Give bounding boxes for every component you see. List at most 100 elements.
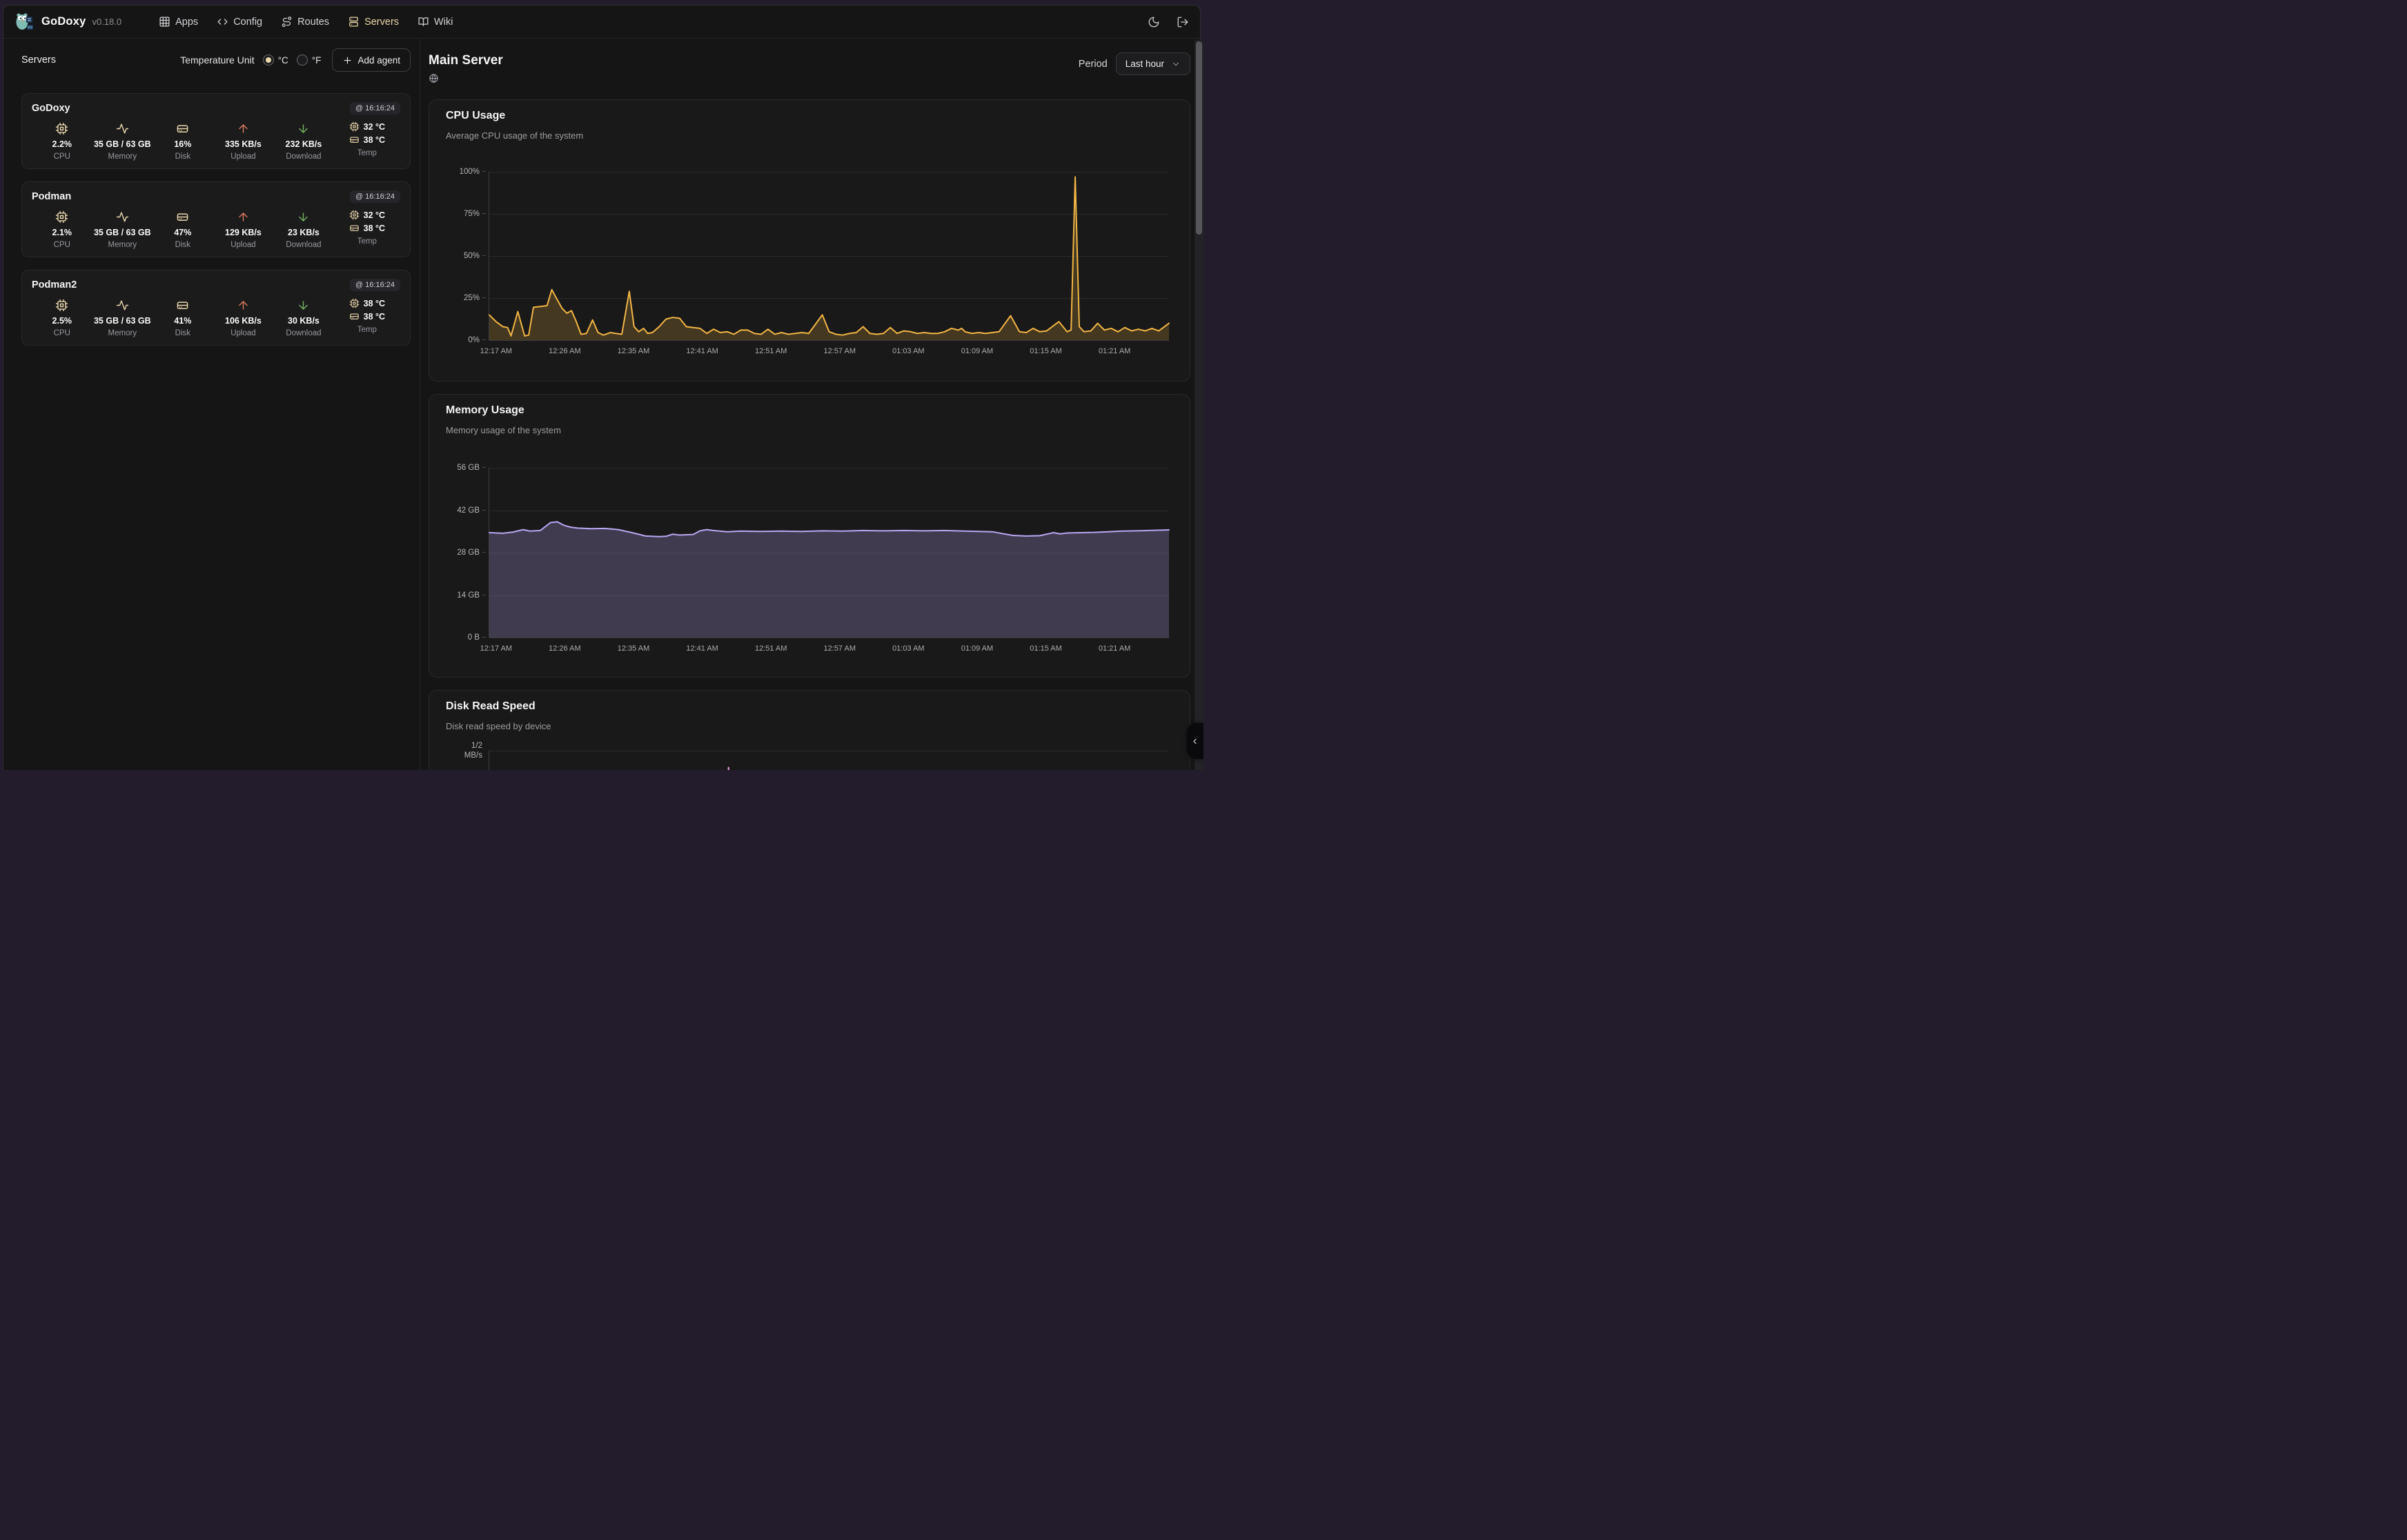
memory-label: Memory <box>108 152 137 161</box>
memory-line-series <box>489 468 1169 638</box>
upload-label: Upload <box>230 241 255 249</box>
period-label: Period <box>1079 59 1108 70</box>
temperature-unit-label: Temperature Unit <box>180 55 254 66</box>
cpu-temp-value: 38 °C <box>364 299 385 308</box>
cpu-y-axis: 100%75%50%25%0% <box>438 172 486 340</box>
server-card-header: Podman2 @ 16:16:24 <box>32 279 400 291</box>
brand-home-link[interactable]: GoDoxy v0.18.0 <box>14 12 121 32</box>
x-tick-label: 12:17 AM <box>480 347 512 355</box>
x-tick-label: 01:09 AM <box>961 347 993 355</box>
download-value: 23 KB/s <box>288 228 320 237</box>
activity-icon <box>116 122 129 135</box>
disk-stat: 16% Disk <box>153 121 213 161</box>
memory-value: 35 GB / 63 GB <box>94 139 151 149</box>
nav-item-apps[interactable]: Apps <box>159 16 198 28</box>
fahrenheit-radio[interactable]: °F <box>297 55 322 66</box>
memory-plot-area <box>489 468 1169 638</box>
disk-value: 41% <box>174 316 191 326</box>
radio-selected-icon[interactable] <box>263 55 274 66</box>
globe-icon <box>429 73 439 83</box>
disk-label: Disk <box>175 152 190 161</box>
logout-button[interactable] <box>1177 16 1189 28</box>
theme-toggle-button[interactable] <box>1148 16 1160 28</box>
top-navbar: GoDoxy v0.18.0 Apps Config Routes <box>3 6 1200 39</box>
celsius-radio[interactable]: °C <box>263 55 288 66</box>
y-tick-label: 25% <box>464 294 486 302</box>
disk-y-axis-label: 1/2 MB/s <box>464 741 482 760</box>
vertical-scrollbar[interactable] <box>1195 40 1204 770</box>
upload-value: 129 KB/s <box>225 228 262 237</box>
disk-label: Disk <box>175 329 190 337</box>
server-card[interactable]: Podman @ 16:16:24 2.1% CPU 35 GB <box>21 181 411 257</box>
memory-stat: 35 GB / 63 GB Memory <box>92 298 153 337</box>
x-tick-label: 01:15 AM <box>1030 644 1061 653</box>
page-title: Main Server <box>429 52 503 69</box>
x-tick-label: 12:57 AM <box>824 347 856 355</box>
nav-label: Wiki <box>434 17 453 28</box>
hard-drive-icon <box>349 223 360 233</box>
upload-value: 335 KB/s <box>225 139 262 149</box>
server-card[interactable]: GoDoxy @ 16:16:24 2.2% CPU 35 GB <box>21 93 411 169</box>
main-panel: Main Server Period Last hour <box>420 39 1200 770</box>
radio-unselected-icon[interactable] <box>297 55 308 66</box>
nav-item-routes[interactable]: Routes <box>281 16 329 28</box>
nav-item-config[interactable]: Config <box>217 16 262 28</box>
server-name: Podman2 <box>32 279 77 290</box>
chart-title: CPU Usage <box>446 108 1172 124</box>
cpu-chip-icon <box>349 210 360 220</box>
nav-item-wiki[interactable]: Wiki <box>417 16 453 28</box>
disk-plot-area <box>489 751 1169 770</box>
hard-drive-icon <box>176 299 189 312</box>
server-title-block: Main Server <box>429 52 503 87</box>
nav-label: Config <box>233 17 262 28</box>
cpu-chip-icon <box>55 210 68 224</box>
nav-label: Apps <box>175 17 198 28</box>
nav-item-servers[interactable]: Servers <box>348 16 399 28</box>
cpu-chip-icon <box>349 298 360 308</box>
memory-chart: 56 GB42 GB28 GB14 GB0 B 12:17 AM12:26 AM… <box>489 468 1169 638</box>
server-card[interactable]: Podman2 @ 16:16:24 2.5% CPU 35 GB <box>21 270 411 346</box>
hard-drive-icon <box>349 311 360 322</box>
disk-chart: 1/2 MB/s <box>489 751 1169 770</box>
disk-stat: 41% Disk <box>153 298 213 337</box>
memory-stat: 35 GB / 63 GB Memory <box>92 121 153 161</box>
download-value: 30 KB/s <box>288 316 320 326</box>
temp-label: Temp <box>357 237 377 246</box>
download-label: Download <box>286 329 321 337</box>
download-stat: 30 KB/s Download <box>273 298 334 337</box>
server-stats-row: 2.2% CPU 35 GB / 63 GB Memory 16% <box>32 121 400 161</box>
disk-value: 47% <box>174 228 191 237</box>
cpu-line-series <box>489 172 1169 340</box>
x-tick-label: 12:41 AM <box>686 347 718 355</box>
y-tick-label: 56 GB <box>457 464 486 472</box>
server-card-header: GoDoxy @ 16:16:24 <box>32 102 400 115</box>
period-select[interactable]: Last hour <box>1116 52 1190 75</box>
cpu-chart: 100%75%50%25%0% 12:17 AM12:26 AM12:35 AM… <box>489 172 1169 340</box>
add-agent-button[interactable]: Add agent <box>332 48 411 72</box>
temperature-stat: 32 °C 38 °C Temp <box>334 210 400 249</box>
activity-icon <box>116 210 129 224</box>
main-header: Main Server Period Last hour <box>429 52 1190 87</box>
y-tick-label: 0 B <box>468 633 486 642</box>
y-tick-label: 42 GB <box>457 506 486 515</box>
cpu-stat: 2.1% CPU <box>32 210 92 249</box>
content-area: Servers Temperature Unit °C °F <box>3 39 1200 770</box>
cpu-label: CPU <box>54 152 70 161</box>
cpu-usage-card: CPU Usage Average CPU usage of the syste… <box>429 99 1190 382</box>
gridline <box>489 340 1169 341</box>
grid-icon <box>159 16 170 28</box>
hard-drive-icon <box>176 122 189 135</box>
x-tick-label: 01:03 AM <box>892 347 924 355</box>
disk-read-speed-card: Disk Read Speed Disk read speed by devic… <box>429 690 1190 770</box>
x-tick-label: 01:21 AM <box>1099 347 1130 355</box>
scrollbar-thumb[interactable] <box>1196 41 1202 235</box>
memory-stat: 35 GB / 63 GB Memory <box>92 210 153 249</box>
nav-label: Routes <box>297 17 329 28</box>
y-tick-label: 14 GB <box>457 591 486 600</box>
x-tick-label: 12:35 AM <box>618 644 649 653</box>
last-update-badge: @ 16:16:24 <box>350 102 400 115</box>
collapse-panel-handle[interactable] <box>1187 723 1204 759</box>
y-tick-label: 50% <box>464 252 486 260</box>
logout-icon <box>1177 16 1189 28</box>
disk-temp-value: 38 °C <box>364 135 385 145</box>
